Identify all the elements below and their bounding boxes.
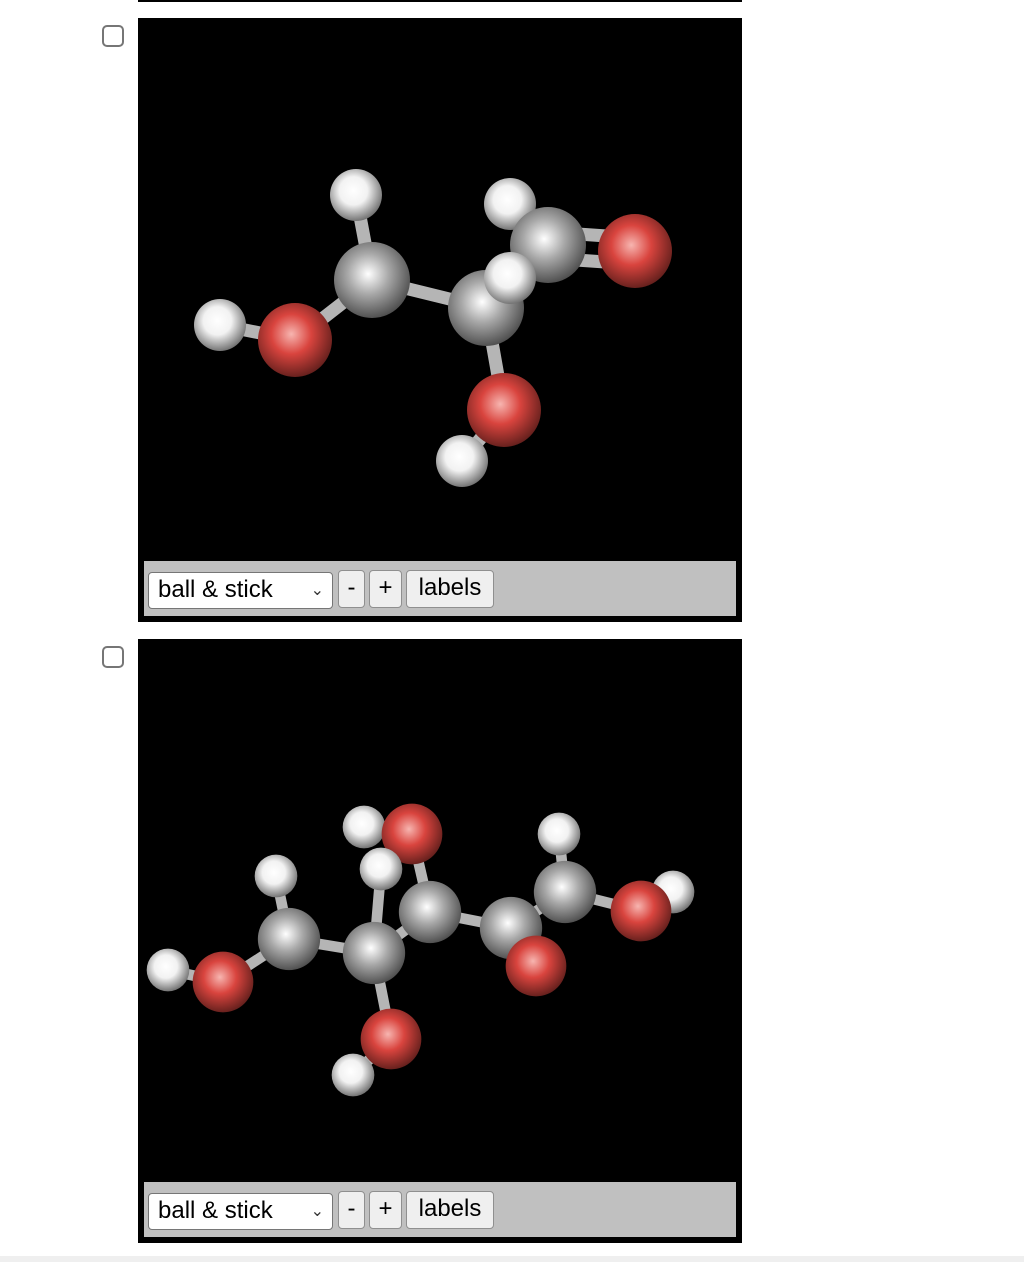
oxygen-atom (258, 303, 332, 377)
hydrogen-atom (359, 847, 403, 891)
molecule-3d-scene[interactable] (138, 639, 742, 1182)
hydrogen-atom (331, 1053, 375, 1097)
render-style-select[interactable]: ball & stick ⌄ (148, 572, 333, 609)
carbon-atom (334, 242, 410, 318)
molecule-viewer-2[interactable]: ball & stick ⌄ - + labels (138, 639, 742, 1243)
answer-checkbox-1[interactable] (102, 25, 124, 47)
page-footer-band (0, 1256, 1024, 1262)
answer-checkbox-2[interactable] (102, 646, 124, 668)
labels-button[interactable]: labels (406, 570, 494, 608)
hydrogen-atom (484, 252, 536, 304)
carbon-atom (257, 907, 321, 971)
oxygen-atom (192, 951, 254, 1013)
hydrogen-atom (330, 169, 382, 221)
hydrogen-atom (254, 854, 298, 898)
hydrogen-atom (194, 299, 246, 351)
oxygen-atom (610, 880, 672, 942)
top-divider (138, 0, 742, 2)
carbon-atom (342, 921, 406, 985)
hydrogen-atom (342, 805, 386, 849)
zoom-in-button[interactable]: + (369, 570, 402, 608)
hydrogen-atom (537, 812, 581, 856)
oxygen-atom (598, 214, 672, 288)
render-style-value: ball & stick (158, 1197, 273, 1224)
oxygen-atom (360, 1008, 422, 1070)
render-style-select[interactable]: ball & stick ⌄ (148, 1193, 333, 1230)
oxygen-atom (467, 373, 541, 447)
zoom-out-button[interactable]: - (338, 1191, 365, 1229)
render-style-value: ball & stick (158, 576, 273, 603)
viewer-controls: ball & stick ⌄ - + labels (144, 1182, 736, 1237)
chevron-down-icon: ⌄ (310, 1203, 324, 1220)
hydrogen-atom (146, 948, 190, 992)
hydrogen-atom (436, 435, 488, 487)
chevron-down-icon: ⌄ (310, 582, 324, 599)
molecule-3d-scene[interactable] (138, 18, 742, 561)
oxygen-atom (505, 935, 567, 997)
carbon-atom (398, 880, 462, 944)
molecule-viewer-1[interactable]: ball & stick ⌄ - + labels (138, 18, 742, 622)
labels-button[interactable]: labels (406, 1191, 494, 1229)
zoom-out-button[interactable]: - (338, 570, 365, 608)
viewer-controls: ball & stick ⌄ - + labels (144, 561, 736, 616)
carbon-atom (533, 860, 597, 924)
zoom-in-button[interactable]: + (369, 1191, 402, 1229)
